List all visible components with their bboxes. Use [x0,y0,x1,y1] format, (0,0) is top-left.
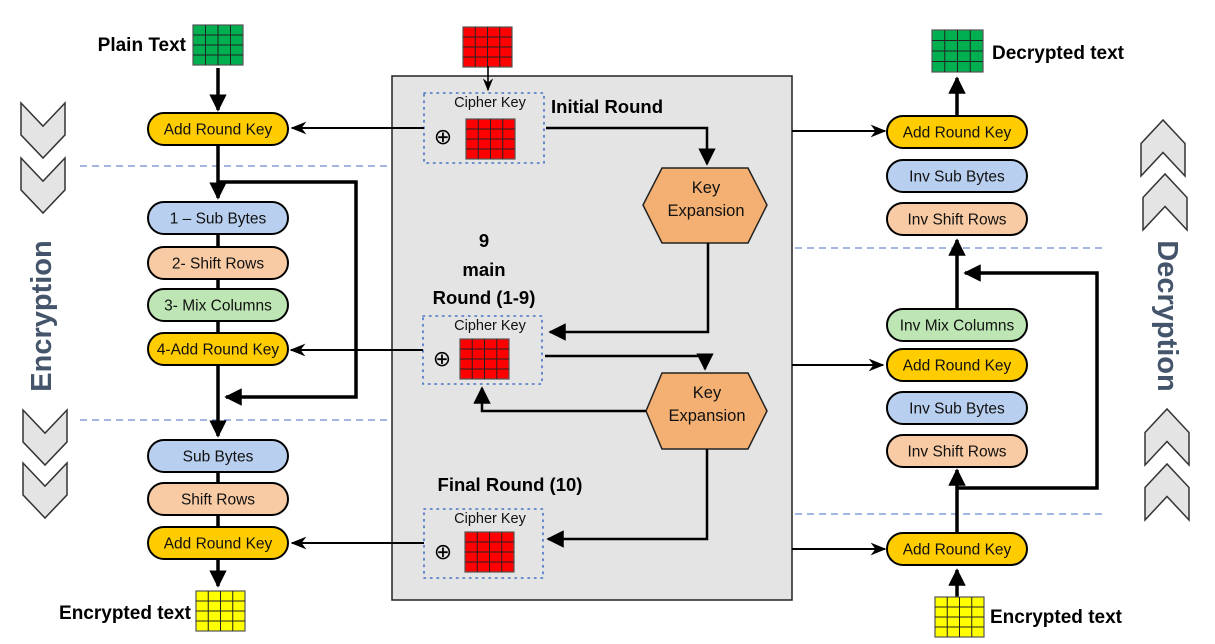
dec-final-add-round-key-label: Add Round Key [903,125,1012,142]
chevron-down-icon [22,461,68,520]
enc-add-round-key-initial-label: Add Round Key [164,122,273,139]
dec-add-round-key-main-label: Add Round Key [903,358,1012,375]
final-round-label: Final Round (10) [438,474,583,495]
chevron-down-icon [20,101,66,160]
dec-first-add-round-key-label: Add Round Key [903,542,1012,559]
dec-inv-shift-rows: Inv Shift Rows [886,434,1028,468]
chevron-down-icon [20,156,66,215]
enc-add-round-key-main-label: 4-Add Round Key [157,342,280,359]
cipher-key-label-main: Cipher Key [454,318,526,334]
dec-inv-shift-rows-label: Inv Shift Rows [907,444,1006,461]
dec-inv-sub-bytes: Inv Sub Bytes [886,391,1028,425]
dec-final-inv-shift-rows-label: Inv Shift Rows [907,212,1006,229]
chevron-up-icon [1140,118,1186,178]
enc-final-add-round-key-label: Add Round Key [164,536,273,553]
xor-icon: ⊕ [434,124,452,149]
encryption-side-label: Encryption [26,240,58,391]
enc-final-add-round-key: Add Round Key [147,526,289,560]
enc-add-round-key-initial: Add Round Key [147,112,289,146]
dec-first-add-round-key: Add Round Key [886,532,1028,566]
chevron-down-icon [22,408,68,467]
xor-icon: ⊕ [434,539,452,564]
enc-add-round-key-main: 4-Add Round Key [147,332,289,366]
round-key-block-main [459,338,510,380]
plain-text-block [192,24,244,66]
round-panel [391,75,793,601]
round-key-block-initial [465,118,516,160]
encrypted-text-block [195,590,246,632]
enc-final-sub-bytes-label: Sub Bytes [183,449,254,466]
chevron-up-icon [1144,462,1190,522]
enc-sub-bytes-label: 1 – Sub Bytes [170,211,267,228]
enc-shift-rows-label: 2- Shift Rows [172,256,264,273]
dec-final-inv-sub-bytes-label: Inv Sub Bytes [909,169,1005,186]
key-expansion-2-line1: Key [693,384,722,402]
enc-shift-rows: 2- Shift Rows [147,246,289,280]
decrypted-text-label: Decrypted text [992,43,1125,64]
dec-inv-mix-columns: Inv Mix Columns [886,308,1028,342]
dec-final-inv-sub-bytes: Inv Sub Bytes [886,159,1028,193]
cipher-key-label-initial: Cipher Key [454,95,526,111]
aes-diagram: Encryption Decryption Plain Text Add Rou… [20,24,1190,638]
enc-sub-bytes: 1 – Sub Bytes [147,201,289,235]
dec-final-add-round-key: Add Round Key [886,115,1028,149]
main-round-label-2: main [462,259,505,280]
main-round-label-1: 9 [479,230,489,251]
key-expansion-1-line2: Expansion [667,202,744,220]
round-key-block-final [464,531,515,573]
encrypted-text-input-label: Encrypted text [990,607,1123,628]
main-round-label-3: Round (1-9) [433,287,536,308]
enc-mix-columns-label: 3- Mix Columns [164,298,272,315]
encrypted-text-input-block [934,596,985,638]
cipher-key-label-final: Cipher Key [454,511,526,527]
chevron-up-icon [1144,407,1190,467]
key-expansion-1-line1: Key [692,179,721,197]
dec-final-inv-shift-rows: Inv Shift Rows [886,202,1028,236]
enc-final-shift-rows-label: Shift Rows [181,492,255,509]
xor-icon: ⊕ [433,346,451,371]
dec-add-round-key-main: Add Round Key [886,348,1028,382]
dec-inv-sub-bytes-label: Inv Sub Bytes [909,401,1005,418]
cipher-key-input-block [462,26,513,68]
dec-inv-mix-columns-label: Inv Mix Columns [900,318,1015,335]
initial-round-label: Initial Round [551,96,663,117]
enc-final-shift-rows: Shift Rows [147,482,289,516]
enc-mix-columns: 3- Mix Columns [147,288,289,322]
plain-text-label: Plain Text [98,35,187,56]
enc-final-sub-bytes: Sub Bytes [147,439,289,473]
key-expansion-2-line2: Expansion [668,407,745,425]
decryption-side-label: Decryption [1151,240,1183,391]
chevron-up-icon [1142,172,1188,232]
decrypted-text-block [931,29,984,73]
encrypted-text-label: Encrypted text [59,603,192,624]
